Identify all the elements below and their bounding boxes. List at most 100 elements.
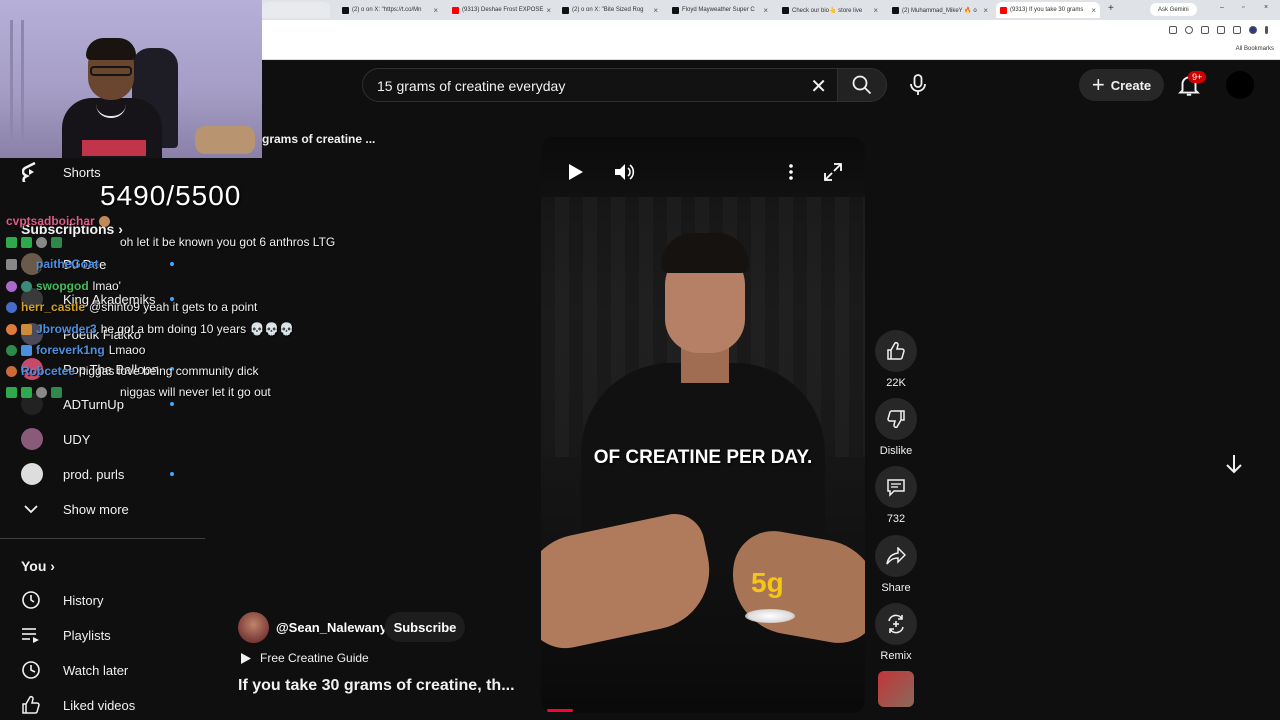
fullscreen-button[interactable]	[819, 158, 847, 186]
sidebar-item-channel[interactable]: UDY	[0, 422, 205, 456]
search-icon	[852, 75, 872, 95]
gift-badge-icon	[51, 236, 62, 248]
window-close-icon[interactable]: ×	[1264, 4, 1268, 11]
moderator-badge-icon	[6, 365, 17, 377]
browser-tab[interactable]: (2) o on X: "https://t.co/Mn ×	[338, 2, 442, 18]
shorts-video-player[interactable]: OF CREATINE PER DAY. 5g	[541, 137, 865, 713]
shorts-icon	[20, 161, 42, 183]
chat-message: herr_castle @shinto9 yeah it gets to a p…	[6, 298, 257, 316]
chat-text: niggas love being community dick	[79, 364, 259, 378]
comments-button[interactable]	[875, 466, 917, 508]
play-button[interactable]	[562, 158, 590, 186]
gift-badge-icon	[51, 386, 62, 398]
sidebar-item-channel[interactable]: prod. purls	[0, 457, 205, 491]
video-caption: OF CREATINE PER DAY.	[593, 447, 813, 468]
arrow-down-icon[interactable]	[1222, 452, 1246, 476]
tab-close-icon[interactable]: ×	[873, 6, 878, 15]
search-input[interactable]: 15 grams of creatine everyday ✕	[362, 68, 838, 102]
comment-count: 732	[886, 513, 906, 525]
tab-close-icon[interactable]: ×	[983, 6, 988, 15]
show-more-button[interactable]: Show more	[0, 492, 205, 526]
video-title[interactable]: If you take 30 grams of creatine, th...	[238, 677, 515, 695]
create-button[interactable]: + Create	[1079, 69, 1164, 101]
sidebar-item-label: prod. purls	[63, 466, 125, 482]
profile-icon[interactable]	[1249, 26, 1257, 34]
remix-button[interactable]	[875, 603, 917, 645]
webcam-glasses	[90, 66, 132, 76]
sidebar-item-label: History	[63, 592, 104, 608]
zoom-icon[interactable]	[1185, 26, 1193, 34]
create-label: Create	[1110, 77, 1152, 93]
menu-icon[interactable]	[1265, 26, 1268, 34]
browser-tab-active-blank[interactable]	[262, 2, 330, 18]
chat-username: Robcetee	[21, 364, 76, 378]
maximize-icon[interactable]: ▫	[1242, 4, 1244, 11]
subscriber-badge-icon	[6, 236, 17, 248]
video-progress-bar[interactable]	[547, 709, 573, 712]
search-button[interactable]	[837, 68, 887, 102]
share-icon	[886, 547, 906, 565]
bookmark-star-icon[interactable]	[1201, 26, 1209, 34]
tab-close-icon[interactable]: ×	[546, 6, 551, 15]
comment-icon	[887, 479, 905, 497]
goal-counter: 5490/5500	[100, 180, 242, 211]
chat-username: foreverk1ng	[36, 343, 105, 357]
sound-source-thumbnail[interactable]	[878, 671, 914, 707]
all-bookmarks-link[interactable]: All Bookmarks	[1236, 46, 1274, 52]
history-icon	[20, 589, 42, 611]
dislike-button[interactable]	[875, 398, 917, 440]
channel-handle[interactable]: @Sean_Nalewanyj	[276, 620, 391, 635]
tab-close-icon[interactable]: ×	[1091, 6, 1096, 15]
sidebar-item-label: Playlists	[63, 627, 111, 643]
like-action: 22K	[875, 330, 917, 389]
dislike-label: Dislike	[879, 445, 913, 457]
sidebar-item-playlists[interactable]: Playlists	[0, 618, 205, 652]
remix-label: Remix	[880, 650, 912, 662]
sidepanel-icon[interactable]	[1233, 26, 1241, 34]
browser-tab[interactable]: Floyd Mayweather Super C ×	[668, 2, 772, 18]
tab-title: (2) o on X: "https://t.co/Mn	[352, 7, 422, 13]
chat-username: paitheGoat	[36, 257, 99, 271]
clear-search-icon[interactable]: ✕	[810, 74, 827, 99]
chat-message: oh let it be known you got 6 anthros LTG	[6, 233, 335, 251]
more-options-button[interactable]	[777, 158, 805, 186]
tab-close-icon[interactable]: ×	[433, 6, 438, 15]
account-avatar[interactable]	[1226, 71, 1254, 99]
youtube-logo-icon	[1000, 6, 1007, 14]
voice-search-button[interactable]	[902, 69, 934, 101]
ask-gemini-button[interactable]: Ask Gemini	[1150, 3, 1197, 16]
sidebar-item-liked-videos[interactable]: Liked videos	[0, 688, 205, 720]
sidebar-item-watch-later[interactable]: Watch later	[0, 653, 205, 687]
presenter-arm-right	[723, 524, 865, 650]
related-link[interactable]: Free Creatine Guide	[240, 651, 369, 665]
like-button[interactable]	[875, 330, 917, 372]
extensions-icon[interactable]	[1217, 26, 1225, 34]
browser-tab[interactable]: (2) o on X: "Bite Sized Rog ×	[558, 2, 662, 18]
browser-tab[interactable]: (2) Muhammad_MikeY 🔥 o ×	[888, 2, 992, 18]
share-label: Share	[881, 582, 911, 594]
tab-close-icon[interactable]: ×	[653, 6, 658, 15]
browser-tab[interactable]: (9313) Deshae Frost EXPOSE ×	[448, 2, 552, 18]
minimize-icon[interactable]: –	[1220, 4, 1224, 11]
clock-icon	[20, 659, 42, 681]
sidebar-item-history[interactable]: History	[0, 583, 205, 617]
chat-text: @shinto9 yeah it gets to a point	[89, 300, 258, 314]
browser-tab-current[interactable]: (9313) If you take 30 grams ×	[996, 2, 1100, 18]
tab-close-icon[interactable]: ×	[763, 6, 768, 15]
browser-tab[interactable]: Check our bio👆 store live ×	[778, 2, 882, 18]
you-heading[interactable]: You ›	[21, 558, 55, 574]
tab-title: Check our bio👆 store live	[792, 7, 863, 14]
volume-button[interactable]	[611, 158, 639, 186]
new-tab-icon[interactable]: +	[1108, 3, 1114, 14]
tab-title: Floyd Mayweather Super C	[682, 7, 755, 13]
subscribe-button[interactable]: Subscribe	[384, 611, 466, 643]
show-more-label: Show more	[63, 501, 129, 517]
cast-icon[interactable]	[1169, 26, 1177, 34]
chat-text: lmao'	[92, 279, 121, 293]
playlists-icon	[20, 624, 42, 646]
chat-text: oh let it be known you got 6 anthros LTG	[120, 235, 336, 249]
channel-avatar[interactable]	[238, 612, 269, 643]
sidebar-item-label: Shorts	[63, 164, 101, 180]
share-button[interactable]	[875, 535, 917, 577]
chat-username: cvptsadboichar	[6, 214, 95, 228]
